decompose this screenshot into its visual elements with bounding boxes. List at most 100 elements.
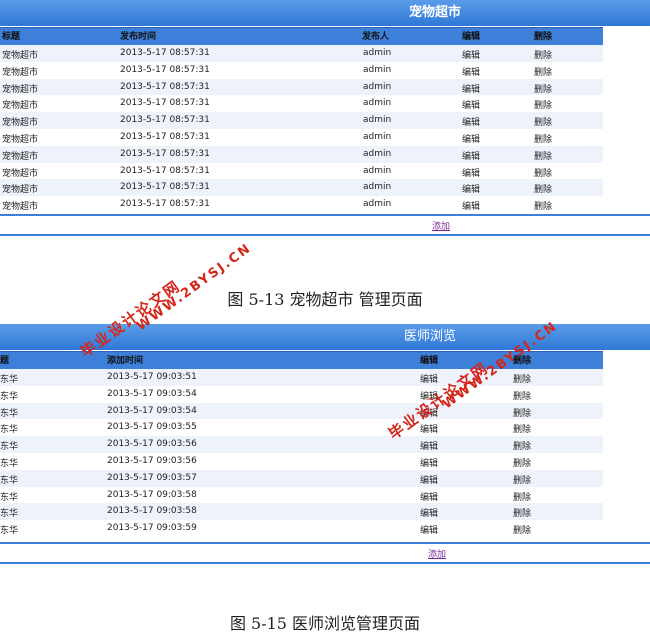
delete-link[interactable]: 删除 — [534, 199, 552, 212]
right-gutter — [603, 351, 650, 542]
edit-link[interactable]: 编辑 — [420, 372, 438, 385]
cell-title: 宠物超市 — [2, 185, 39, 196]
edit-link[interactable]: 编辑 — [462, 182, 480, 195]
cell-author: admin — [363, 182, 392, 193]
edit-link[interactable]: 编辑 — [420, 473, 438, 486]
edit-link[interactable]: 编辑 — [420, 523, 438, 536]
delete-link[interactable]: 删除 — [513, 406, 531, 419]
delete-link[interactable]: 删除 — [513, 506, 531, 519]
delete-link[interactable]: 删除 — [513, 389, 531, 402]
delete-link[interactable]: 删除 — [534, 149, 552, 162]
delete-link[interactable]: 删除 — [534, 132, 552, 145]
cell-time: 2013-5-17 08:57:31 — [120, 115, 210, 126]
table-row: 东华 2013-5-17 09:03:54 编辑 删除 — [0, 385, 603, 403]
delete-link[interactable]: 删除 — [513, 473, 531, 486]
right-gutter — [603, 27, 650, 214]
edit-link[interactable]: 编辑 — [462, 115, 480, 128]
cell-title: 宠物超市 — [2, 168, 39, 179]
cell-title: 东华 — [0, 375, 19, 385]
cell-time: 2013-5-17 09:03:51 — [107, 372, 197, 382]
delete-link[interactable]: 删除 — [513, 490, 531, 503]
edit-link[interactable]: 编辑 — [462, 65, 480, 78]
table-row: 东华 2013-5-17 09:03:58 编辑 删除 — [0, 503, 603, 521]
delete-link[interactable]: 删除 — [513, 456, 531, 469]
delete-link[interactable]: 删除 — [513, 422, 531, 435]
cell-title: 东华 — [0, 442, 19, 453]
edit-link[interactable]: 编辑 — [462, 132, 480, 145]
table-row: 宠物超市 2013-5-17 08:57:31 admin 编辑 删除 — [0, 112, 603, 130]
panel1-title: 宠物超市 — [408, 5, 461, 20]
cell-time: 2013-5-17 09:03:54 — [107, 405, 197, 416]
delete-link[interactable]: 删除 — [534, 166, 552, 179]
cell-time: 2013-5-17 08:57:31 — [120, 48, 210, 58]
cell-title: 宠物超市 — [2, 67, 39, 78]
col-time: 添加时间 — [107, 356, 144, 366]
cell-time: 2013-5-17 09:03:56 — [107, 456, 197, 466]
cell-title: 宠物超市 — [2, 51, 39, 61]
col-author: 发布人 — [362, 32, 390, 42]
cell-author: admin — [363, 148, 392, 159]
table-row: 宠物超市 2013-5-17 08:57:31 admin 编辑 删除 — [0, 179, 603, 197]
edit-link[interactable]: 编辑 — [420, 506, 438, 519]
cell-author: admin — [363, 64, 392, 75]
delete-link[interactable]: 删除 — [534, 115, 552, 128]
panel2-footer: 添加 — [0, 542, 650, 564]
delete-link[interactable]: 删除 — [534, 98, 552, 111]
add-link[interactable]: 添加 — [432, 219, 450, 232]
cell-title: 东华 — [0, 391, 19, 402]
panel1-table-header: 标题 发布时间 发布人 编辑 删除 — [0, 27, 603, 46]
cell-title: 宠物超市 — [2, 135, 39, 145]
delete-link[interactable]: 删除 — [534, 182, 552, 195]
cell-author: admin — [363, 165, 392, 176]
edit-link[interactable]: 编辑 — [462, 149, 480, 162]
delete-link[interactable]: 删除 — [513, 372, 531, 385]
table-row: 东华 2013-5-17 09:03:57 编辑 删除 — [0, 469, 603, 487]
table-row: 宠物超市 2013-5-17 08:57:31 admin 编辑 删除 — [0, 45, 603, 62]
cell-time: 2013-5-17 08:57:31 — [120, 64, 210, 75]
edit-link[interactable]: 编辑 — [420, 456, 438, 469]
col-title: 题 — [0, 356, 10, 366]
cell-author: admin — [363, 132, 392, 142]
cell-time: 2013-5-17 09:03:55 — [107, 422, 197, 433]
cell-time: 2013-5-17 09:03:58 — [107, 489, 197, 500]
delete-link[interactable]: 删除 — [534, 48, 552, 61]
edit-link[interactable]: 编辑 — [462, 98, 480, 111]
cell-author: admin — [363, 115, 392, 126]
table-row: 东华 2013-5-17 09:03:51 编辑 删除 — [0, 369, 603, 386]
edit-link[interactable]: 编辑 — [420, 490, 438, 503]
cell-time: 2013-5-17 09:03:57 — [107, 472, 197, 483]
panel1-banner: 宠物超市 — [0, 0, 650, 26]
table-row: 东华 2013-5-17 09:03:55 编辑 删除 — [0, 419, 603, 437]
col-edit: 编辑 — [462, 32, 481, 42]
cell-title: 东华 — [0, 475, 19, 486]
cell-author: admin — [363, 48, 392, 58]
edit-link[interactable]: 编辑 — [462, 199, 480, 212]
table-row: 东华 2013-5-17 09:03:56 编辑 删除 — [0, 436, 603, 454]
add-link[interactable]: 添加 — [428, 547, 446, 560]
cell-title: 东华 — [0, 408, 19, 419]
panel2-title: 医师浏览 — [403, 329, 456, 344]
cell-time: 2013-5-17 09:03:54 — [107, 388, 197, 399]
edit-link[interactable]: 编辑 — [462, 82, 480, 95]
table-row: 东华 2013-5-17 09:03:59 编辑 删除 — [0, 520, 603, 538]
delete-link[interactable]: 删除 — [534, 82, 552, 95]
cell-time: 2013-5-17 08:57:31 — [120, 165, 210, 176]
edit-link[interactable]: 编辑 — [462, 48, 480, 61]
edit-link[interactable]: 编辑 — [462, 166, 480, 179]
delete-link[interactable]: 删除 — [534, 65, 552, 78]
col-time: 发布时间 — [120, 32, 157, 42]
figure-caption-2: 图 5-15 医师浏览管理页面 — [229, 614, 421, 633]
edit-link[interactable]: 编辑 — [420, 439, 438, 452]
table-row: 东华 2013-5-17 09:03:54 编辑 删除 — [0, 402, 603, 420]
cell-title: 宠物超市 — [2, 84, 39, 95]
cell-title: 宠物超市 — [2, 118, 39, 129]
cell-time: 2013-5-17 09:03:59 — [107, 523, 197, 534]
col-title: 标题 — [2, 32, 21, 42]
delete-link[interactable]: 删除 — [513, 439, 531, 452]
table-row: 宠物超市 2013-5-17 08:57:31 admin 编辑 删除 — [0, 196, 603, 214]
table-row: 宠物超市 2013-5-17 08:57:31 admin 编辑 删除 — [0, 145, 603, 163]
col-edit: 编辑 — [420, 356, 439, 366]
table-row: 宠物超市 2013-5-17 08:57:31 admin 编辑 删除 — [0, 95, 603, 113]
delete-link[interactable]: 删除 — [513, 523, 531, 536]
table-row: 宠物超市 2013-5-17 08:57:31 admin 编辑 删除 — [0, 129, 603, 146]
